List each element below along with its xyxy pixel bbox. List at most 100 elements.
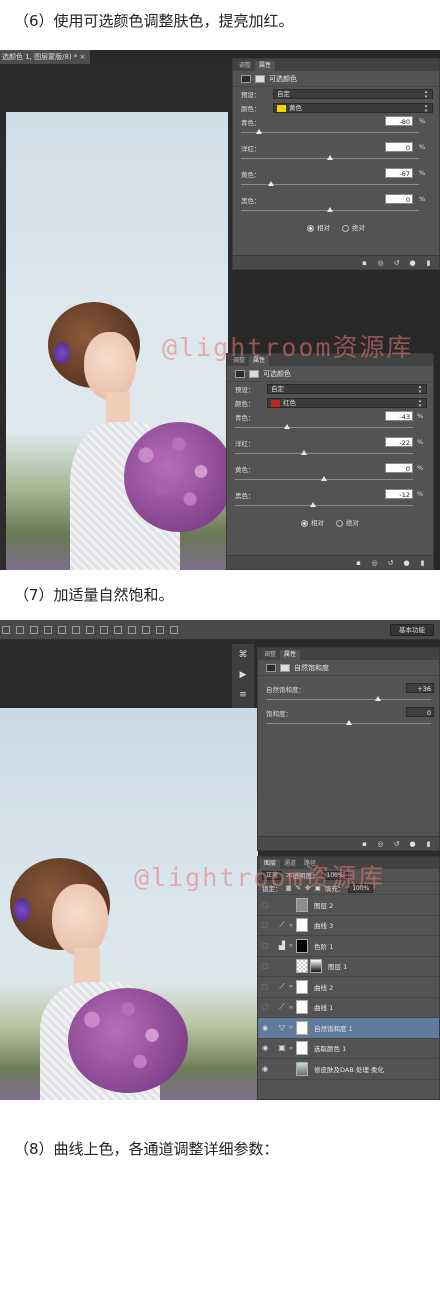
visibility-toggle[interactable] — [258, 942, 272, 949]
align-top-icon[interactable] — [2, 625, 10, 634]
visibility-toggle[interactable] — [258, 901, 272, 908]
align-right-icon[interactable] — [72, 625, 80, 634]
view-previous-icon[interactable]: ◎ — [376, 259, 385, 267]
auto-align-icon[interactable] — [170, 625, 178, 634]
layer-row[interactable]: ⟋ ∞ 曲线 3 — [258, 916, 439, 936]
slider-value-input[interactable]: 0 — [385, 194, 413, 204]
distribute-left-icon[interactable] — [128, 625, 136, 634]
link-icon[interactable]: ∞ — [288, 1024, 294, 1031]
slider-thumb[interactable] — [375, 696, 382, 701]
layer-row[interactable]: ◉ 修皮肤及DAB 处理 柔化 — [258, 1059, 439, 1080]
radio-absolute[interactable]: 绝对 — [342, 222, 365, 232]
distribute-right-icon[interactable] — [156, 625, 164, 634]
color-select[interactable]: 红色 — [267, 398, 427, 408]
reset-icon[interactable]: ↺ — [392, 259, 401, 267]
layer-thumbnail — [296, 1041, 308, 1056]
tab-adjustments[interactable]: 调整 — [260, 650, 280, 660]
radio-relative[interactable]: 相对 — [301, 517, 324, 527]
reset-icon[interactable]: ↺ — [386, 559, 395, 567]
link-icon[interactable]: ∞ — [288, 922, 294, 929]
layer-row[interactable]: ▟ ∞ 色阶 1 — [258, 936, 439, 957]
slider-value-input[interactable]: -80 — [385, 116, 413, 126]
slider-thumb[interactable] — [327, 155, 333, 160]
slider-thumb[interactable] — [301, 450, 308, 455]
layer-row[interactable]: 图层 1 — [258, 957, 439, 977]
visibility-icon[interactable]: ● — [402, 559, 411, 567]
slider-track[interactable] — [235, 427, 413, 428]
slider-value-input[interactable]: -12 — [385, 489, 413, 499]
align-left-icon[interactable] — [44, 625, 52, 634]
eye-icon[interactable]: ◉ — [258, 1024, 272, 1032]
slider-value-input[interactable]: 0 — [385, 142, 413, 152]
visibility-icon[interactable]: ● — [408, 259, 417, 267]
reset-icon[interactable]: ↺ — [392, 840, 401, 848]
link-icon[interactable]: ∞ — [288, 942, 294, 949]
slider-thumb[interactable] — [268, 181, 275, 186]
layer-row[interactable]: 图层 2 — [258, 895, 439, 916]
slider-value-input[interactable]: 0 — [406, 707, 434, 717]
link-icon[interactable]: ∞ — [288, 1004, 294, 1011]
layer-row[interactable]: ◉ ▽ ∞ 自然饱和度 1 — [258, 1018, 439, 1039]
layer-row[interactable]: ⟋ ∞ 曲线 1 — [258, 998, 439, 1018]
slider-thumb[interactable] — [345, 720, 352, 725]
preset-label: 预设： — [241, 91, 261, 99]
document-tab[interactable]: 选颜色 1, 图层蒙版/8) * × — [0, 50, 90, 64]
visibility-toggle[interactable] — [258, 983, 272, 990]
slider-thumb[interactable] — [310, 502, 317, 507]
preset-select[interactable]: 自定 — [273, 89, 433, 99]
actions-play-icon[interactable]: ▶ — [238, 670, 248, 680]
clip-to-layer-icon[interactable]: ▪ — [354, 559, 363, 567]
tab-properties[interactable]: 属性 — [280, 650, 301, 660]
face — [52, 884, 108, 956]
mask-icon[interactable] — [249, 369, 259, 378]
tab-adjustments[interactable]: 调整 — [235, 61, 255, 71]
slider-value-input[interactable]: -67 — [385, 168, 413, 178]
slider-thumb[interactable] — [255, 129, 262, 134]
history-icon[interactable]: ⌘ — [238, 650, 248, 660]
slider-thumb[interactable] — [321, 476, 327, 481]
slider-track[interactable] — [235, 453, 413, 454]
link-icon[interactable]: ∞ — [288, 983, 294, 990]
slider-value-input[interactable]: +36 — [406, 683, 434, 693]
view-previous-icon[interactable]: ◎ — [370, 559, 379, 567]
workspace-switcher[interactable]: 基本功能 — [390, 624, 434, 636]
distribute-top-icon[interactable] — [86, 625, 94, 634]
slider-value-input[interactable]: 0 — [385, 463, 413, 473]
visibility-icon[interactable]: ● — [408, 840, 417, 848]
distribute-middle-icon[interactable] — [100, 625, 108, 634]
distribute-bottom-icon[interactable] — [114, 625, 122, 634]
distribute-center-icon[interactable] — [142, 625, 150, 634]
align-bottom-icon[interactable] — [30, 625, 38, 634]
visibility-toggle[interactable] — [258, 922, 272, 929]
eye-icon[interactable]: ◉ — [258, 1044, 272, 1052]
clip-to-layer-icon[interactable]: ▪ — [360, 840, 369, 848]
visibility-toggle[interactable] — [258, 963, 272, 970]
align-middle-icon[interactable] — [16, 625, 24, 634]
trash-icon[interactable]: ▮ — [418, 559, 427, 567]
slider-track[interactable] — [266, 699, 431, 700]
link-icon[interactable]: ∞ — [288, 1045, 294, 1052]
tab-properties[interactable]: 属性 — [255, 61, 276, 71]
mask-icon[interactable] — [280, 663, 290, 672]
slider-track[interactable] — [241, 132, 419, 133]
trash-icon[interactable]: ▮ — [424, 840, 433, 848]
preset-select[interactable]: 自定 — [267, 384, 427, 394]
layer-row[interactable]: ◉ ▣ ∞ 选取颜色 1 — [258, 1039, 439, 1059]
trash-icon[interactable]: ▮ — [424, 259, 433, 267]
view-previous-icon[interactable]: ◎ — [376, 840, 385, 848]
clip-to-layer-icon[interactable]: ▪ — [360, 259, 369, 267]
mask-icon[interactable] — [255, 74, 265, 83]
brush-presets-icon[interactable]: ≡ — [238, 690, 248, 700]
color-select[interactable]: 黄色 — [273, 103, 433, 113]
visibility-toggle[interactable] — [258, 1004, 272, 1011]
slider-thumb[interactable] — [327, 207, 333, 212]
slider-thumb[interactable] — [283, 424, 290, 429]
layer-row[interactable]: ⟋ ∞ 曲线 2 — [258, 977, 439, 998]
radio-relative[interactable]: 相对 — [307, 222, 330, 232]
slider-value-input[interactable]: -43 — [385, 411, 413, 421]
slider-value-input[interactable]: -22 — [385, 437, 413, 447]
align-center-icon[interactable] — [58, 625, 66, 634]
radio-absolute[interactable]: 绝对 — [336, 517, 359, 527]
eye-icon[interactable]: ◉ — [258, 1065, 272, 1073]
slider-track[interactable] — [235, 505, 413, 506]
